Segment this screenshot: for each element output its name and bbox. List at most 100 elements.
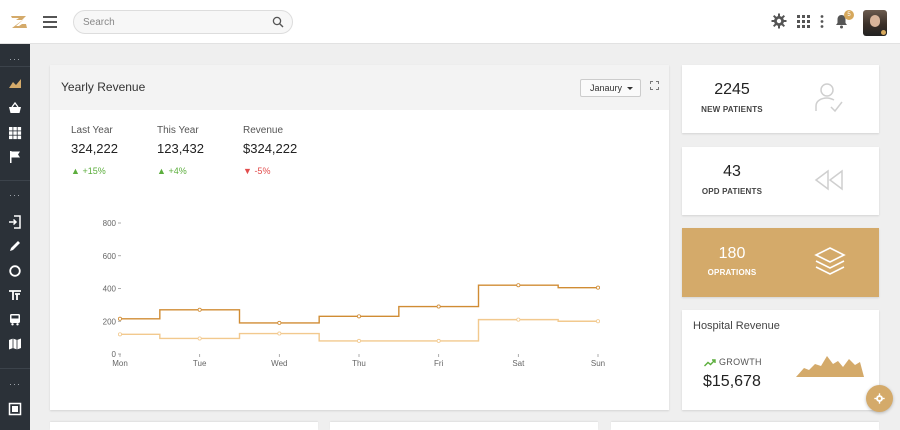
x-tick-label: Mon <box>112 359 128 368</box>
month-dropdown[interactable]: Janaury <box>580 79 641 97</box>
stat-last-year: Last Year 324,222 ▲ +15% <box>71 125 118 176</box>
stat-change: ▲ +15% <box>71 166 118 176</box>
login-icon[interactable] <box>8 215 22 229</box>
series-1-point <box>596 319 601 324</box>
arrow-up-icon: ▲ <box>71 166 80 176</box>
yearly-revenue-card: Yearly Revenue Janaury Last Year 324,222… <box>50 65 669 410</box>
stat-label: This Year <box>157 125 199 136</box>
y-tick-label: 800 <box>103 219 117 228</box>
stat-value: $324,222 <box>243 141 298 156</box>
x-tick-label: Thu <box>352 359 366 368</box>
series-1-point <box>277 331 282 336</box>
card-header: Yearly Revenue Janaury <box>50 65 669 110</box>
opd-patients-card[interactable]: 43 OPD PATIENTS <box>682 147 879 215</box>
app-logo[interactable] <box>10 13 28 31</box>
bus-icon[interactable] <box>8 312 22 326</box>
y-tick-label: 600 <box>103 252 117 261</box>
trending-up-icon <box>704 358 716 367</box>
top-bar: 5 <box>0 0 900 44</box>
sidebar-divider <box>0 180 30 181</box>
series-0-point <box>277 320 282 325</box>
series-1-point <box>436 338 441 343</box>
series-0-point <box>197 307 202 312</box>
dashboard-chart-icon[interactable] <box>8 76 22 90</box>
stat-label: Last Year <box>71 125 113 136</box>
new-patients-card[interactable]: 2245 NEW PATIENTS <box>682 65 879 133</box>
x-tick-label: Wed <box>271 359 287 368</box>
sidebar-divider <box>0 368 30 369</box>
stat-change-value: -5% <box>254 166 271 176</box>
series-0-point <box>436 304 441 309</box>
text-format-icon[interactable] <box>8 288 22 302</box>
stat-number: 43 <box>723 163 741 180</box>
settings-gear-icon[interactable] <box>771 13 787 29</box>
month-dropdown-value: Janaury <box>590 83 623 93</box>
stat-value: 123,432 <box>157 141 204 156</box>
settings-fab-button[interactable] <box>866 385 893 412</box>
stat-number: 2245 <box>714 81 750 98</box>
rewind-icon <box>814 169 843 191</box>
revenue-sparkline <box>796 356 864 377</box>
stat-revenue: Revenue $324,222 ▼ -5% <box>243 125 297 176</box>
stat-value: 324,222 <box>71 141 118 156</box>
x-tick-label: Tue <box>193 359 207 368</box>
apps-grid-icon[interactable] <box>8 126 22 140</box>
series-1-point <box>516 317 521 322</box>
bottom-card <box>50 422 318 430</box>
growth-text: GROWTH <box>719 357 762 367</box>
menu-toggle-button[interactable] <box>43 16 57 28</box>
notification-badge: 5 <box>844 10 854 20</box>
series-1-point <box>356 338 361 343</box>
search-input[interactable] <box>74 11 254 33</box>
arrow-up-icon: ▲ <box>157 166 166 176</box>
gear-icon <box>874 393 885 404</box>
arrow-down-icon: ▼ <box>243 166 252 176</box>
series-1-point <box>197 336 202 341</box>
sidebar-section-dots: ··· <box>9 54 21 64</box>
caret-down-icon <box>627 87 633 90</box>
y-tick-label: 0 <box>112 350 117 359</box>
bottom-card <box>330 422 598 430</box>
left-sidebar: ··· ··· ··· <box>0 44 30 430</box>
stat-caption: OPD PATIENTS <box>701 187 763 196</box>
more-vertical-icon[interactable] <box>820 15 824 28</box>
card-title: Hospital Revenue <box>693 320 780 332</box>
series-0-point <box>118 316 123 321</box>
x-tick-label: Sun <box>591 359 605 368</box>
card-title: Yearly Revenue <box>61 80 146 94</box>
search-icon[interactable] <box>272 16 284 28</box>
shopping-basket-icon[interactable] <box>8 101 22 115</box>
x-tick-label: Fri <box>434 359 444 368</box>
stat-number: 180 <box>718 245 746 262</box>
user-check-icon <box>815 83 843 113</box>
hospital-revenue-card: Hospital Revenue GROWTH $15,678 <box>682 310 879 410</box>
series-0-point <box>356 314 361 319</box>
sidebar-divider <box>0 66 30 67</box>
operations-card[interactable]: 180 OPRATIONS <box>682 228 879 297</box>
edit-pencil-icon[interactable] <box>8 239 22 253</box>
series-0-point <box>596 285 601 290</box>
fullscreen-icon[interactable] <box>650 81 659 90</box>
x-tick-label: Sat <box>512 359 525 368</box>
bottom-card <box>611 422 879 430</box>
sidebar-section-dots: ··· <box>9 379 21 389</box>
stat-change: ▲ +4% <box>157 166 204 176</box>
flag-icon[interactable] <box>8 150 22 164</box>
user-avatar[interactable] <box>863 10 887 36</box>
stat-caption: NEW PATIENTS <box>701 105 763 114</box>
layers-icon <box>814 247 846 275</box>
stat-this-year: This Year 123,432 ▲ +4% <box>157 125 204 176</box>
map-icon[interactable] <box>8 337 22 351</box>
stat-change-value: +15% <box>82 166 106 176</box>
stat-caption: OPRATIONS <box>707 268 757 277</box>
y-tick-label: 400 <box>103 285 117 294</box>
y-tick-label: 200 <box>103 317 117 326</box>
image-box-icon[interactable] <box>8 402 22 416</box>
revenue-line-chart: 0 200 400 600 800 Mon Tue Wed Thu Fri Sat Sun <box>103 219 605 368</box>
apps-grid-icon[interactable] <box>797 15 810 28</box>
series-0-point <box>516 283 521 288</box>
stat-label: Revenue <box>243 125 284 136</box>
circle-icon[interactable] <box>8 264 22 278</box>
hospital-revenue-value: $15,678 <box>703 373 761 390</box>
online-status-dot <box>881 30 886 35</box>
